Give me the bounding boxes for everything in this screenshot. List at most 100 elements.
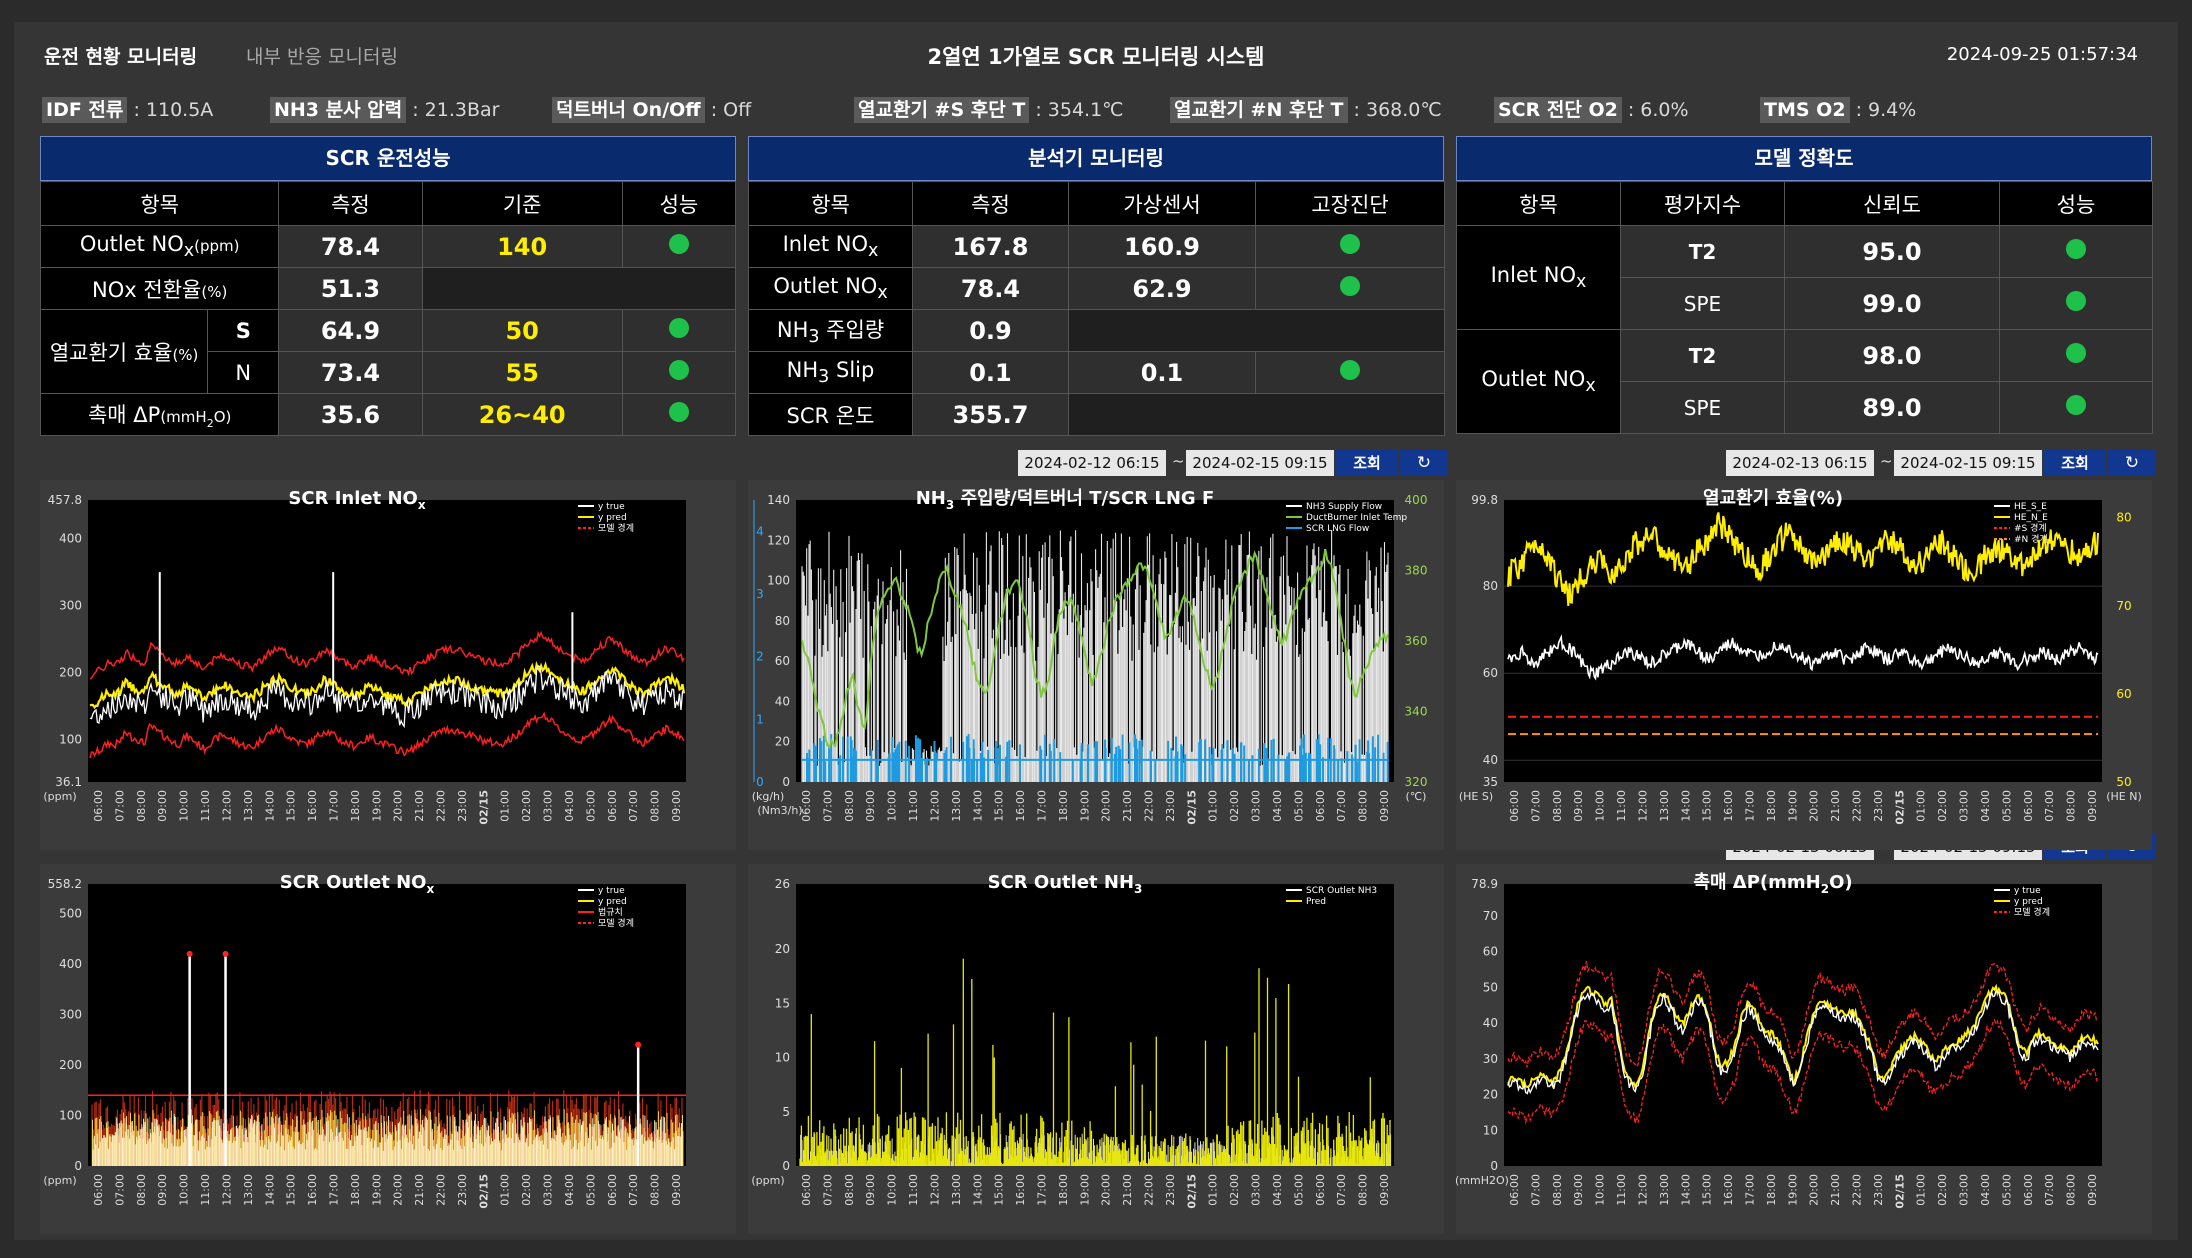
x-tick-label: 15:00 (1701, 1174, 1714, 1206)
y-tick-label: 0 (782, 775, 790, 789)
x-tick-label: 19:00 (370, 1174, 383, 1206)
plot-area (1504, 500, 2102, 782)
x-tick-label: 04:00 (1979, 1174, 1992, 1206)
date-to-input[interactable]: 2024-02-15 09:15 (1894, 450, 2042, 476)
x-tick-label: 15:00 (993, 790, 1006, 822)
y-tick-label: 200 (59, 1058, 82, 1072)
x-tick-label: 07:00 (821, 790, 834, 822)
legend-label: NH3 Supply Flow (1306, 502, 1382, 512)
x-tick-label: 21:00 (1829, 790, 1842, 822)
x-tick-label: 07:00 (627, 790, 640, 822)
legend-label: y true (2014, 886, 2041, 896)
y-tick-label: 300 (59, 599, 82, 613)
y2-tick-label: 2 (756, 650, 764, 664)
x-tick-label: 08:00 (2065, 790, 2078, 822)
chart-catalyst-dp: 촉매 ΔP(mmH2O) 78.9 70 60 50 40 30 20 10 0 (mmH2O) 06… (1456, 864, 2152, 1234)
legend-label: HE_S_E (2014, 502, 2047, 512)
y-tick-label: 60 (1483, 666, 1498, 680)
x-tick-label: 21:00 (1829, 1174, 1842, 1206)
legend-label: DuctBurner Inlet Temp (1306, 513, 1407, 523)
status-indicator (621, 351, 737, 394)
x-tick-label: 04:00 (563, 790, 576, 822)
x-tick-label: 07:00 (2043, 790, 2056, 822)
x-tick-label: 14:00 (263, 790, 276, 822)
x-tick-label: 06:00 (800, 1174, 813, 1206)
x-tick-label: 17:00 (327, 1174, 340, 1206)
x-tick-label: 08:00 (1357, 1174, 1370, 1206)
date-from-input[interactable]: 2024-02-12 06:15 (1018, 450, 1166, 476)
x-tick-label: 18:00 (1765, 1174, 1778, 1206)
y-tick-label: 400 (59, 532, 82, 546)
x-tick-label: 14:00 (971, 790, 984, 822)
x-tick-label: 19:00 (1786, 790, 1799, 822)
y-axis-label: (kg/h) (752, 790, 785, 803)
x-tick-label: 06:00 (92, 790, 105, 822)
x-tick-label: 01:00 (499, 1174, 512, 1206)
x-tick-label: 13:00 (1658, 790, 1671, 822)
date-to-input[interactable]: 2024-02-15 09:15 (1186, 450, 1334, 476)
date-from-input[interactable]: 2024-02-13 06:15 (1726, 450, 1874, 476)
y-axis-label: (ppm) (43, 790, 76, 803)
y-tick-label: 50 (1483, 980, 1498, 994)
scr-performance-table: 항목 측정 기준 성능 Outlet NOx(ppm) 78.4 140 NOx 전환… (39, 181, 737, 436)
x-tick-label: 14:00 (1679, 790, 1692, 822)
y-tick-label: 0 (1490, 1159, 1498, 1173)
x-tick-label: 09:00 (1572, 790, 1585, 822)
x-tick-label: 08:00 (135, 790, 148, 822)
query-button[interactable]: 조회 (1336, 450, 1398, 476)
x-tick-label: 13:00 (242, 1174, 255, 1206)
row-label: NOx 전환율(%) (39, 267, 280, 310)
status-indicator (1999, 277, 2153, 330)
legend-label: 법규치 (598, 906, 623, 918)
panel-title: SCR 운전성능 (40, 136, 736, 181)
x-tick-label: 20:00 (1100, 790, 1113, 822)
refresh-icon[interactable]: ↻ (2108, 450, 2156, 476)
x-tick-label: 01:00 (1915, 1174, 1928, 1206)
x-tick-label: 17:00 (1743, 790, 1756, 822)
x-tick-label: 07:00 (1335, 1174, 1348, 1206)
x-tick-label: 01:00 (1207, 1174, 1220, 1206)
kpi-idf-current: IDF 전류 : 110.5A (42, 94, 213, 126)
spike-marker (222, 950, 229, 957)
x-tick-label: 02:00 (1936, 1174, 1949, 1206)
x-tick-label: 19:00 (1786, 1174, 1799, 1206)
x-tick-label: 06:00 (92, 1174, 105, 1206)
row-label: 촉매 ΔP(mmH2O) (39, 393, 280, 436)
x-tick-label: 02:00 (1228, 790, 1241, 822)
query-button[interactable]: 조회 (2044, 450, 2106, 476)
x-tick-label: 16:00 (306, 1174, 319, 1206)
y-tick-label: 100 (59, 1108, 82, 1122)
x-tick-label: 11:00 (199, 790, 212, 822)
spike-marker (635, 1041, 642, 1048)
y-tick-label: 78.9 (1471, 877, 1498, 891)
x-tick-label: 10:00 (178, 790, 191, 822)
x-tick-label: 08:00 (843, 1174, 856, 1206)
y-tick-label: 500 (59, 906, 82, 920)
kpi-tms-o2: TMS O2 : 9.4% (1760, 94, 1916, 126)
x-tick-label: 06:00 (2022, 1174, 2035, 1206)
chart-title: NH3 주입량/덕트버너 T/SCR LNG F (916, 487, 1215, 512)
x-tick-label: 05:00 (584, 790, 597, 822)
x-tick-label: 10:00 (1594, 1174, 1607, 1206)
x-tick-label: 01:00 (1207, 790, 1220, 822)
x-tick-label: 10:00 (178, 1174, 191, 1206)
chart-nh3-flow-temp: NH3 주입량/덕트버너 T/SCR LNG F 140 120 100 80 60 40 2… (748, 480, 1444, 850)
y-tick-label: 20 (775, 942, 790, 956)
y-tick-label: 40 (775, 694, 790, 708)
x-tick-label: 06:00 (606, 1174, 619, 1206)
x-tick-label: 23:00 (1164, 1174, 1177, 1206)
y2-tick-label: 4 (756, 524, 764, 538)
x-tick-label: 16:00 (1014, 1174, 1027, 1206)
y-axis-label: (ppm) (43, 1174, 76, 1187)
y-tick-label: 30 (1483, 1052, 1498, 1066)
x-tick-label: 07:00 (113, 790, 126, 822)
refresh-icon[interactable]: ↻ (1400, 450, 1448, 476)
x-tick-label: 14:00 (263, 1174, 276, 1206)
x-tick-label: 18:00 (1057, 1174, 1070, 1206)
status-indicator (1999, 381, 2153, 434)
status-indicator (621, 225, 737, 268)
x-tick-label: 04:00 (1979, 790, 1992, 822)
model-accuracy-panel: 모델 정확도 항목 평가지수 신뢰도 성능 Inlet NOx T2 95.0 SPE… (1456, 136, 2153, 434)
y-tick-label: 140 (767, 493, 790, 507)
x-tick-label: 12:00 (1636, 790, 1649, 822)
